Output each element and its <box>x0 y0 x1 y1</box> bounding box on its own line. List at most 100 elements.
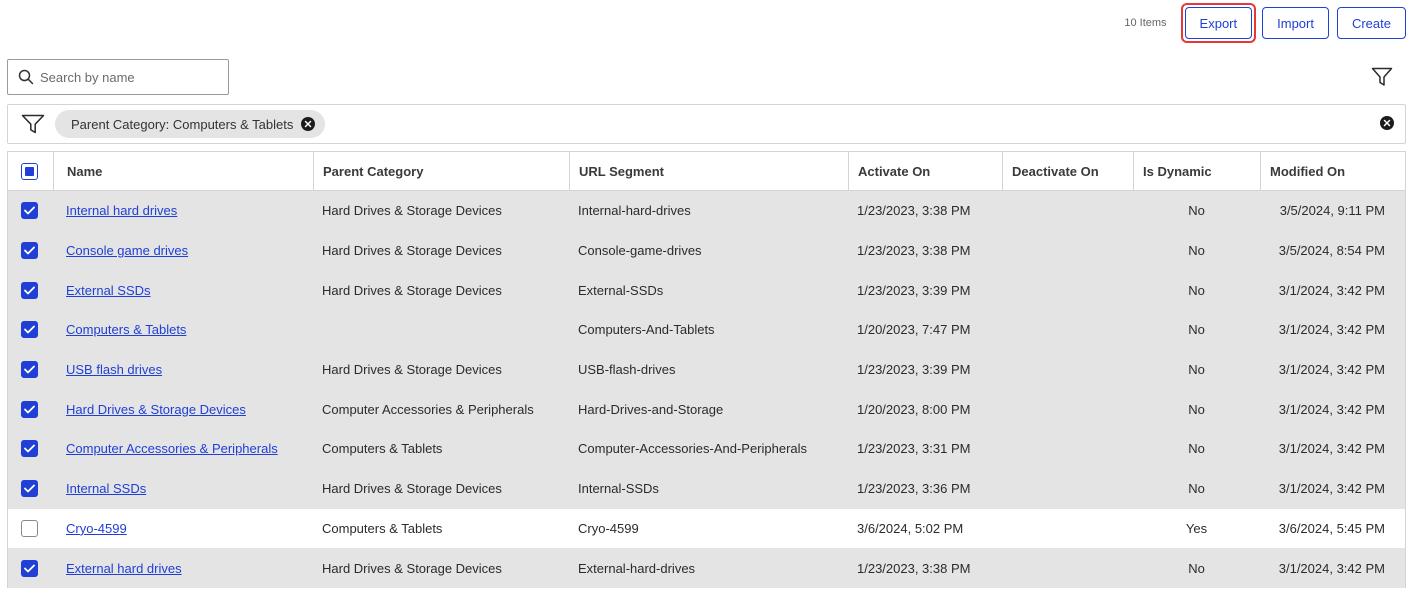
is-dynamic-cell: No <box>1188 282 1205 298</box>
column-header-activate-on[interactable]: Activate On <box>848 152 1002 190</box>
is-dynamic-cell: No <box>1188 441 1205 457</box>
name-cell: Hard Drives & Storage Devices <box>53 389 313 429</box>
table-row[interactable]: Console game drives Hard Drives & Storage… <box>8 230 1405 271</box>
category-name-link[interactable]: Internal SSDs <box>66 481 146 496</box>
activate-on-cell: 1/20/2023, 7:47 PM <box>857 322 971 338</box>
export-button[interactable]: Export <box>1184 7 1253 39</box>
search-icon <box>18 69 34 85</box>
url-segment-cell: Computer-Accessories-And-Peripherals <box>578 441 808 457</box>
row-select-cell <box>8 191 53 231</box>
row-select-cell <box>8 231 53 271</box>
table-row[interactable]: Internal SSDs Hard Drives & Storage Devic… <box>8 468 1405 509</box>
parent-category-cell: Hard Drives & Storage Devices <box>322 243 502 259</box>
modified-on-cell: 3/5/2024, 9:11 PM <box>1279 203 1385 219</box>
filter-icon <box>1371 67 1393 86</box>
column-header-is-dynamic[interactable]: Is Dynamic <box>1133 152 1260 190</box>
table-row[interactable]: Internal hard drives Hard Drives & Storag… <box>8 191 1405 231</box>
deactivate-on-cell <box>1002 389 1133 429</box>
column-header-parent-category[interactable]: Parent Category <box>313 152 569 190</box>
clear-filters-icon[interactable] <box>1380 116 1394 130</box>
export-highlight: Export <box>1180 3 1257 43</box>
row-checkbox[interactable] <box>21 400 38 418</box>
activate-on-cell: 3/6/2024, 5:02 PM <box>857 520 964 536</box>
url-segment-cell: External-SSDs <box>578 282 664 298</box>
search-input[interactable] <box>40 69 220 85</box>
is-dynamic-cell: No <box>1188 560 1205 576</box>
row-checkbox[interactable] <box>21 440 38 458</box>
row-checkbox[interactable] <box>21 242 38 260</box>
activate-on-cell: 1/23/2023, 3:38 PM <box>857 203 971 219</box>
row-checkbox[interactable] <box>21 519 38 537</box>
column-header-modified-on[interactable]: Modified On <box>1260 152 1405 190</box>
deactivate-on-cell <box>1002 310 1133 350</box>
select-all-checkbox[interactable] <box>21 162 38 180</box>
remove-filter-icon[interactable] <box>301 117 316 131</box>
search-box[interactable] <box>7 59 229 95</box>
column-header-url-segment[interactable]: URL Segment <box>569 152 848 190</box>
item-count: 10 Items <box>1124 17 1167 29</box>
name-cell: USB flash drives <box>53 350 313 390</box>
name-cell: Internal hard drives <box>53 191 313 231</box>
active-filters-bar: Parent Category: Computers & Tablets <box>7 104 1406 144</box>
category-name-link[interactable]: Internal hard drives <box>66 203 177 218</box>
category-name-link[interactable]: USB flash drives <box>66 362 162 377</box>
is-dynamic-cell: No <box>1188 322 1205 338</box>
modified-on-cell: 3/1/2024, 3:42 PM <box>1278 401 1385 417</box>
name-cell: Cryo-4599 <box>53 509 313 549</box>
modified-on-cell: 3/1/2024, 3:42 PM <box>1278 322 1385 338</box>
row-checkbox[interactable] <box>21 321 38 339</box>
import-button[interactable]: Import <box>1262 7 1329 39</box>
deactivate-on-cell <box>1002 350 1133 390</box>
filter-icon <box>21 114 45 134</box>
row-checkbox[interactable] <box>21 281 38 299</box>
table-row[interactable]: Hard Drives & Storage Devices Computer Ac… <box>8 389 1405 430</box>
is-dynamic-cell: No <box>1188 203 1205 219</box>
activate-on-cell: 1/23/2023, 3:38 PM <box>857 560 971 576</box>
column-header-name[interactable]: Name <box>53 152 313 190</box>
url-segment-cell: Cryo-4599 <box>578 520 639 536</box>
table-row[interactable]: External hard drives Hard Drives & Storag… <box>8 548 1405 588</box>
name-cell: External SSDs <box>53 270 313 310</box>
category-name-link[interactable]: External hard drives <box>66 561 182 576</box>
activate-on-cell: 1/23/2023, 3:36 PM <box>857 481 971 497</box>
category-name-link[interactable]: Cryo-4599 <box>66 521 127 536</box>
table-row[interactable]: External SSDs Hard Drives & Storage Devic… <box>8 270 1405 311</box>
create-button[interactable]: Create <box>1336 7 1406 39</box>
table-body: Internal hard drives Hard Drives & Storag… <box>8 191 1405 588</box>
url-segment-cell: Computers-And-Tablets <box>578 322 715 338</box>
row-checkbox[interactable] <box>21 202 38 220</box>
modified-on-cell: 3/5/2024, 8:54 PM <box>1278 243 1385 259</box>
url-segment-cell: External-hard-drives <box>578 560 696 576</box>
parent-category-cell: Hard Drives & Storage Devices <box>322 481 502 497</box>
toolbar: 10 Items Export Import Create <box>1124 3 1407 43</box>
row-checkbox[interactable] <box>21 559 38 577</box>
column-header-deactivate-on[interactable]: Deactivate On <box>1002 152 1133 190</box>
table-row[interactable]: USB flash drives Hard Drives & Storage De… <box>8 349 1405 390</box>
row-select-cell <box>8 270 53 310</box>
select-all-cell <box>8 152 53 190</box>
activate-on-cell: 1/20/2023, 8:00 PM <box>857 401 971 417</box>
is-dynamic-cell: No <box>1188 481 1205 497</box>
row-checkbox[interactable] <box>21 480 38 498</box>
table-row[interactable]: Computers & Tablets Computers-And-Tablets… <box>8 310 1405 350</box>
url-segment-cell: Hard-Drives-and-Storage <box>578 401 724 417</box>
parent-category-cell: Hard Drives & Storage Devices <box>322 282 502 298</box>
parent-category-cell <box>313 310 569 350</box>
category-name-link[interactable]: Computers & Tablets <box>66 322 186 337</box>
parent-category-cell: Computers & Tablets <box>322 520 443 536</box>
activate-on-cell: 1/23/2023, 3:31 PM <box>857 441 971 457</box>
parent-category-cell: Computers & Tablets <box>322 441 443 457</box>
table-row[interactable]: Cryo-4599 Computers & Tablets Cryo-4599 3/6… <box>8 508 1405 549</box>
deactivate-on-cell <box>1002 231 1133 271</box>
category-name-link[interactable]: Console game drives <box>66 243 188 258</box>
modified-on-cell: 3/1/2024, 3:42 PM <box>1278 282 1385 298</box>
filter-toggle-button[interactable] <box>1371 67 1393 90</box>
row-checkbox[interactable] <box>21 361 38 379</box>
row-select-cell <box>8 310 53 350</box>
table-row[interactable]: Computer Accessories & Peripherals Comput… <box>8 429 1405 469</box>
name-cell: External hard drives <box>53 548 313 588</box>
category-name-link[interactable]: External SSDs <box>66 283 151 298</box>
category-name-link[interactable]: Hard Drives & Storage Devices <box>66 402 246 417</box>
category-name-link[interactable]: Computer Accessories & Peripherals <box>66 441 278 456</box>
activate-on-cell: 1/23/2023, 3:39 PM <box>857 282 971 298</box>
